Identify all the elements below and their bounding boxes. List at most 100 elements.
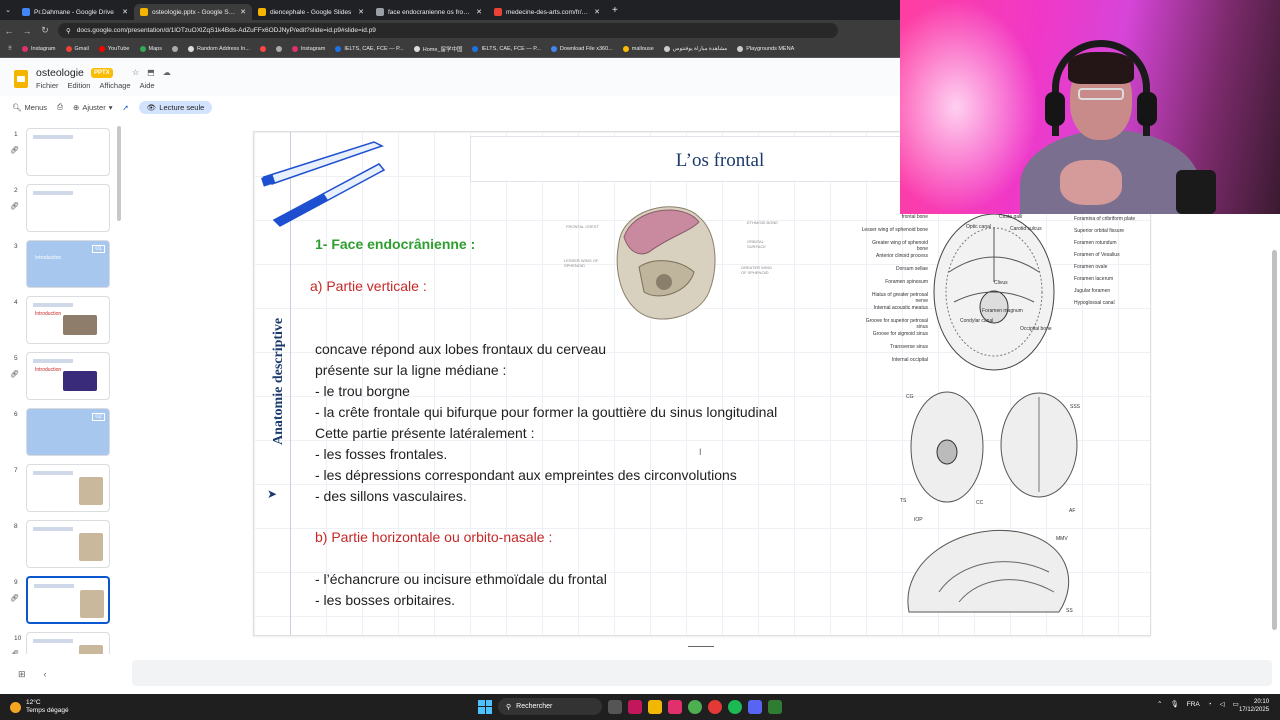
browser-tab[interactable]: osteologie.pptx - Google Slides ✕ xyxy=(134,4,252,20)
menus-search-button[interactable]: 🔍︎ Menus xyxy=(12,103,47,112)
tab-close-icon[interactable]: ✕ xyxy=(240,8,246,16)
slide-thumbnail[interactable]: 02 xyxy=(26,408,110,456)
filmstrip-slide-3[interactable]: 3 Introduction 01 xyxy=(0,240,122,292)
tab-close-icon[interactable]: ✕ xyxy=(476,8,482,16)
slides-logo-icon[interactable] xyxy=(14,70,28,88)
bookmark-item[interactable] xyxy=(275,45,282,53)
filmstrip-slide-6[interactable]: 6 02 xyxy=(0,408,122,460)
volume-icon[interactable]: ◁ xyxy=(1220,700,1225,708)
slide-thumbnail[interactable] xyxy=(26,576,110,624)
bookmark-item[interactable] xyxy=(259,45,266,53)
tab-close-icon[interactable]: ✕ xyxy=(594,8,600,16)
url-field[interactable]: ⚲ docs.google.com/presentation/d/1lOTzuO… xyxy=(58,23,838,38)
skull-lateral-illustration xyxy=(907,530,1070,613)
slide-number: 3 xyxy=(14,243,18,250)
collapse-filmstrip-icon[interactable]: ‹ xyxy=(44,669,47,680)
reload-icon[interactable]: ↻ xyxy=(36,25,54,36)
filmstrip-slide-10[interactable]: 10 🔗︎ xyxy=(0,632,122,654)
slide-thumbnail[interactable] xyxy=(26,464,110,512)
taskbar-search[interactable]: ⚲ Rechercher xyxy=(498,698,602,715)
filmstrip-slide-1[interactable]: 1 🔗︎ xyxy=(0,128,122,180)
readonly-mode-button[interactable]: 👁︎ Lecture seule xyxy=(138,100,213,114)
slide-thumbnail[interactable]: Introduction xyxy=(26,296,110,344)
tab-close-icon[interactable]: ✕ xyxy=(122,8,128,16)
app-green-icon[interactable] xyxy=(768,699,782,714)
print-icon[interactable]: ⎙ xyxy=(57,102,63,112)
browser-tab[interactable]: Pr.Dahmane - Google Drive ✕ xyxy=(16,4,134,20)
select-pointer-icon[interactable]: ➚ xyxy=(122,103,128,112)
bookmark-item[interactable]: مشاهدة مباراة يوفنتوس xyxy=(663,45,727,53)
bookmark-item[interactable]: IELTS, CAE, FCE — P... xyxy=(472,45,541,53)
filmstrip-slide-9[interactable]: 9 🔗︎ xyxy=(0,576,122,628)
mic-icon[interactable]: 🎙︎ xyxy=(1170,700,1178,708)
bookmark-item[interactable] xyxy=(171,45,178,53)
slide-thumbnail[interactable]: Introduction xyxy=(26,352,110,400)
grid-view-icon[interactable]: ⊞ xyxy=(18,669,26,680)
zoom-select[interactable]: ⊕ Ajuster ▾ xyxy=(73,103,112,112)
move-folder-icon[interactable]: ⬒ xyxy=(147,68,155,77)
system-clock[interactable]: 20:10 17/12/2025 xyxy=(1239,698,1269,714)
new-tab-button[interactable]: + xyxy=(606,5,624,16)
page-scrollbar[interactable] xyxy=(1272,250,1277,630)
cloud-status-icon[interactable]: ☁ xyxy=(163,68,171,77)
zoom-icon: ⊕ xyxy=(73,102,80,112)
battery-icon[interactable]: ▭ xyxy=(1233,700,1239,708)
slide-thumbnail[interactable] xyxy=(26,520,110,568)
task-view-icon[interactable] xyxy=(608,699,622,714)
filmstrip-slide-8[interactable]: 8 xyxy=(0,520,122,572)
bookmark-item[interactable]: Random Address In... xyxy=(187,45,250,53)
menu-aide[interactable]: Aide xyxy=(140,81,155,90)
site-info-icon[interactable]: ⚲ xyxy=(66,27,71,35)
bookmark-item[interactable]: mallouse xyxy=(622,45,654,53)
wifi-icon[interactable]: ◔ xyxy=(1208,701,1212,708)
tab-search-icon[interactable]: ⌄ xyxy=(0,6,16,14)
filmstrip-slide-7[interactable]: 7 xyxy=(0,464,122,516)
slide-thumbnail[interactable] xyxy=(26,184,110,232)
back-icon[interactable]: ← xyxy=(0,26,18,36)
bookmark-item[interactable]: Home_留学中国 xyxy=(413,45,462,53)
speaker-notes-divider[interactable] xyxy=(688,646,714,647)
slide-thumbnail[interactable] xyxy=(26,128,110,176)
discord-icon[interactable] xyxy=(748,699,762,714)
browser-tab[interactable]: medecine-des-arts.com/fr/artic ✕ xyxy=(488,4,606,20)
bookmark-item[interactable]: Instagram xyxy=(291,45,325,53)
filmstrip-slide-5[interactable]: 5 🔗︎ Introduction xyxy=(0,352,122,404)
tab-close-icon[interactable]: ✕ xyxy=(358,8,364,16)
star-icon[interactable]: ☆ xyxy=(132,68,139,77)
speaker-notes-bar[interactable] xyxy=(132,660,1272,686)
browser-tab[interactable]: diencephale - Google Slides ✕ xyxy=(252,4,370,20)
menu-affichage[interactable]: Affichage xyxy=(99,81,130,90)
slide-thumbnail[interactable]: Introduction 01 xyxy=(26,240,110,288)
spotify-icon[interactable] xyxy=(728,699,742,714)
bookmark-item[interactable]: Instagram xyxy=(22,45,56,53)
tab-favicon-icon xyxy=(258,8,266,16)
menu-edition[interactable]: Edition xyxy=(68,81,91,90)
bookmark-item[interactable]: Playgrounds MENA xyxy=(737,45,794,53)
forward-icon[interactable]: → xyxy=(18,26,36,36)
bookmark-favicon-icon xyxy=(98,46,105,52)
bookmark-item[interactable]: Download File x360... xyxy=(550,45,613,53)
filmstrip-scrollbar[interactable] xyxy=(117,126,121,221)
bookmark-item[interactable]: YouTube xyxy=(98,45,130,53)
apps-grid-icon[interactable]: ⠿ xyxy=(8,46,12,52)
menu-fichier[interactable]: Fichier xyxy=(36,81,59,90)
browser-tab[interactable]: face endocranienne os frontal ✕ xyxy=(370,4,488,20)
windows-start-icon[interactable] xyxy=(478,699,492,714)
weather-widget[interactable]: 12°C Temps dégagé xyxy=(10,699,69,715)
filmstrip-slide-4[interactable]: 4 Introduction xyxy=(0,296,122,348)
chrome-icon[interactable] xyxy=(688,699,702,714)
filmstrip-slide-2[interactable]: 2 🔗︎ xyxy=(0,184,122,236)
app-icon[interactable] xyxy=(628,699,642,714)
bookmark-item[interactable]: Maps xyxy=(139,45,162,53)
thumbnail-image xyxy=(63,315,97,335)
thumbnail-image xyxy=(80,590,104,618)
instagram-icon[interactable] xyxy=(668,699,682,714)
slide-thumbnail[interactable] xyxy=(26,632,110,654)
file-explorer-icon[interactable] xyxy=(648,699,662,714)
opera-icon[interactable] xyxy=(708,699,722,714)
bookmark-item[interactable]: IELTS, CAE, FCE — P... xyxy=(335,45,404,53)
tray-expand-icon[interactable]: ⌃ xyxy=(1157,700,1162,708)
document-title[interactable]: osteologie xyxy=(36,67,84,79)
bookmark-item[interactable]: Gmail xyxy=(65,45,89,53)
language-indicator[interactable]: FRA xyxy=(1187,701,1200,708)
